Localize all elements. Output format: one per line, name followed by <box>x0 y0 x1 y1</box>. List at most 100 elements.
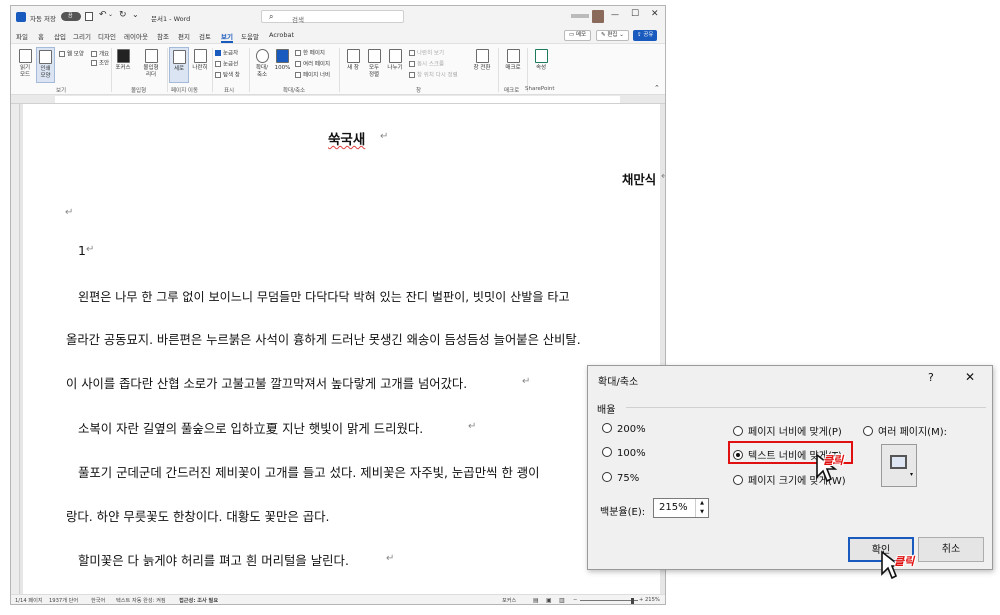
draft-button[interactable]: 초안 <box>91 60 109 68</box>
vertical-icon <box>172 50 186 64</box>
account-name[interactable] <box>571 14 589 18</box>
edit-button[interactable]: ✎ 편집 ⌄ <box>596 30 629 41</box>
tab-mailings[interactable]: 편지 <box>178 31 190 41</box>
search-box[interactable]: ⌕ 검색 <box>261 10 404 24</box>
help-icon[interactable]: ? <box>928 371 934 384</box>
tab-review[interactable]: 검토 <box>199 31 211 41</box>
save-icon[interactable] <box>85 12 93 21</box>
reset-window-button[interactable]: 창 위치 다시 정렬 <box>409 72 458 80</box>
properties-button[interactable]: 속성 <box>531 49 551 72</box>
focus-mode-button[interactable]: 포커스 <box>502 597 516 604</box>
zoom-slider-thumb[interactable] <box>631 598 634 604</box>
split-button[interactable]: 나누기 <box>385 49 405 72</box>
horizontal-ruler[interactable] <box>11 95 665 104</box>
page-width-button[interactable]: 페이지 너비 <box>295 72 330 80</box>
tab-design[interactable]: 디자인 <box>98 31 116 41</box>
print-layout-status-icon[interactable]: ▣ <box>546 597 552 604</box>
gridlines-checkbox[interactable]: 눈금선 <box>215 61 238 69</box>
sharepoint-icon <box>534 49 548 63</box>
paragraph-mark: ↵ <box>65 207 74 218</box>
print-layout-button[interactable]: 인쇄 모양 <box>36 47 55 83</box>
zoom-100-icon <box>276 49 289 63</box>
web-layout-button[interactable]: 웹 모양 <box>59 51 84 59</box>
radio-page-width-label: 페이지 너비에 맞게(P) <box>748 427 842 438</box>
side-to-side-button[interactable]: 나란히 <box>191 49 209 72</box>
page-width-label: 페이지 너비 <box>303 72 331 79</box>
view-side-by-side-button[interactable]: 나란히 보기 <box>409 50 444 58</box>
immersive-reader-button[interactable]: 몰입형 리더 <box>140 49 162 79</box>
split-label: 나누기 <box>387 65 403 71</box>
redo-icon[interactable]: ↻ <box>119 10 127 20</box>
tab-insert[interactable]: 삽입 <box>54 31 66 41</box>
radio-200[interactable]: 200% <box>602 423 646 435</box>
web-layout-status-icon[interactable]: ▥ <box>559 597 565 604</box>
memo-button[interactable]: ▭ 메모 <box>564 30 592 41</box>
radio-100[interactable]: 100% <box>602 447 646 459</box>
share-button[interactable]: ⇪ 공유 <box>633 30 658 41</box>
multi-page-button[interactable]: 여러 페이지 <box>295 61 330 69</box>
vertical-ruler[interactable] <box>11 104 20 594</box>
magnifier-icon <box>255 49 269 63</box>
switch-window-button[interactable]: 창 전환 <box>470 49 494 72</box>
maximize-icon[interactable]: ☐ <box>631 9 639 19</box>
ruler-checkbox[interactable]: 눈금자 <box>215 50 238 58</box>
avatar[interactable] <box>592 10 604 23</box>
tab-references[interactable]: 참조 <box>157 31 169 41</box>
autosave-toggle[interactable]: 끔 <box>61 12 81 21</box>
multi-page-label: 여러 페이지 <box>303 61 331 68</box>
zoom-out-icon[interactable]: − <box>573 597 577 603</box>
accessibility-status[interactable]: 접근성: 조사 필요 <box>179 597 218 604</box>
zoom-level[interactable]: 215% <box>645 597 660 603</box>
tab-file[interactable]: 파일 <box>16 31 28 41</box>
close-icon[interactable]: ✕ <box>651 9 659 19</box>
zoom-in-icon[interactable]: + <box>639 597 643 603</box>
radio-75[interactable]: 75% <box>602 472 639 484</box>
tab-layout[interactable]: 레이아웃 <box>124 31 148 41</box>
draft-icon <box>91 60 97 66</box>
zoom-100-button[interactable]: 100% <box>274 49 291 72</box>
document-page[interactable]: 쑥국새↵ 채만식↵ ↵ 1↵ 왼편은 나무 한 그루 없이 보이느니 무덤들만 … <box>23 104 665 594</box>
macros-button[interactable]: 매크로 <box>502 49 524 72</box>
language-status[interactable]: 한국어 <box>91 597 105 604</box>
tab-acrobat[interactable]: Acrobat <box>269 31 294 39</box>
view-side-by-side-label: 나란히 보기 <box>417 50 445 57</box>
minimize-icon[interactable]: — <box>611 10 619 19</box>
outline-button[interactable]: 개요 <box>91 51 109 59</box>
percent-spinner[interactable]: ▲ ▼ <box>695 499 708 517</box>
new-window-button[interactable]: 새 창 <box>344 49 362 72</box>
cancel-button[interactable]: 취소 <box>918 537 984 562</box>
one-page-button[interactable]: 한 페이지 <box>295 50 325 58</box>
undo-dropdown-icon[interactable]: ⌄ <box>108 11 113 18</box>
radio-many-pages[interactable]: 여러 페이지(M): <box>863 423 947 438</box>
focus-button[interactable]: 포커스 <box>114 49 132 72</box>
zoom-slider[interactable] <box>580 600 638 601</box>
zoom-section-label: 배율 <box>597 405 616 416</box>
tab-view[interactable]: 보기 <box>221 31 233 43</box>
page-count[interactable]: 1/14 페이지 <box>15 597 43 604</box>
undo-icon[interactable]: ↶ <box>99 10 107 20</box>
radio-page-width[interactable]: 페이지 너비에 맞게(P) <box>733 423 842 438</box>
customize-qat-icon[interactable]: ⌄ <box>132 10 139 19</box>
read-mode-button[interactable]: 읽기 모드 <box>17 49 33 79</box>
macro-icon <box>506 49 520 63</box>
zoom-button[interactable]: 확대/ 축소 <box>252 49 272 79</box>
sync-scroll-button[interactable]: 동시 스크롤 <box>409 61 444 69</box>
nav-pane-checkbox[interactable]: 탐색 창 <box>215 72 240 80</box>
split-icon <box>388 49 402 63</box>
window-group-label: 창 <box>416 88 422 94</box>
collapse-ribbon-icon[interactable]: ⌃ <box>654 84 660 92</box>
tab-home[interactable]: 홈 <box>38 31 44 41</box>
tab-help[interactable]: 도움말 <box>241 31 259 41</box>
close-icon[interactable]: ✕ <box>965 370 975 384</box>
word-count[interactable]: 1937개 단어 <box>49 597 78 604</box>
vertical-button[interactable]: 세로 <box>169 47 189 83</box>
properties-label: 속성 <box>535 65 547 71</box>
switch-window-icon <box>475 49 489 63</box>
menu-bar: 파일 홈 삽입 그리기 디자인 레이아웃 참조 편지 검토 보기 도움말 Acr… <box>11 29 665 43</box>
text-predictions-status[interactable]: 텍스트 자동 완성: 켜짐 <box>116 597 166 604</box>
read-mode-status-icon[interactable]: ▤ <box>533 597 539 604</box>
many-pages-picker[interactable]: ▾ <box>881 444 917 487</box>
tab-draw[interactable]: 그리기 <box>73 31 91 41</box>
arrange-all-button[interactable]: 모두 정렬 <box>365 49 383 79</box>
share-label: 공유 <box>643 32 654 38</box>
